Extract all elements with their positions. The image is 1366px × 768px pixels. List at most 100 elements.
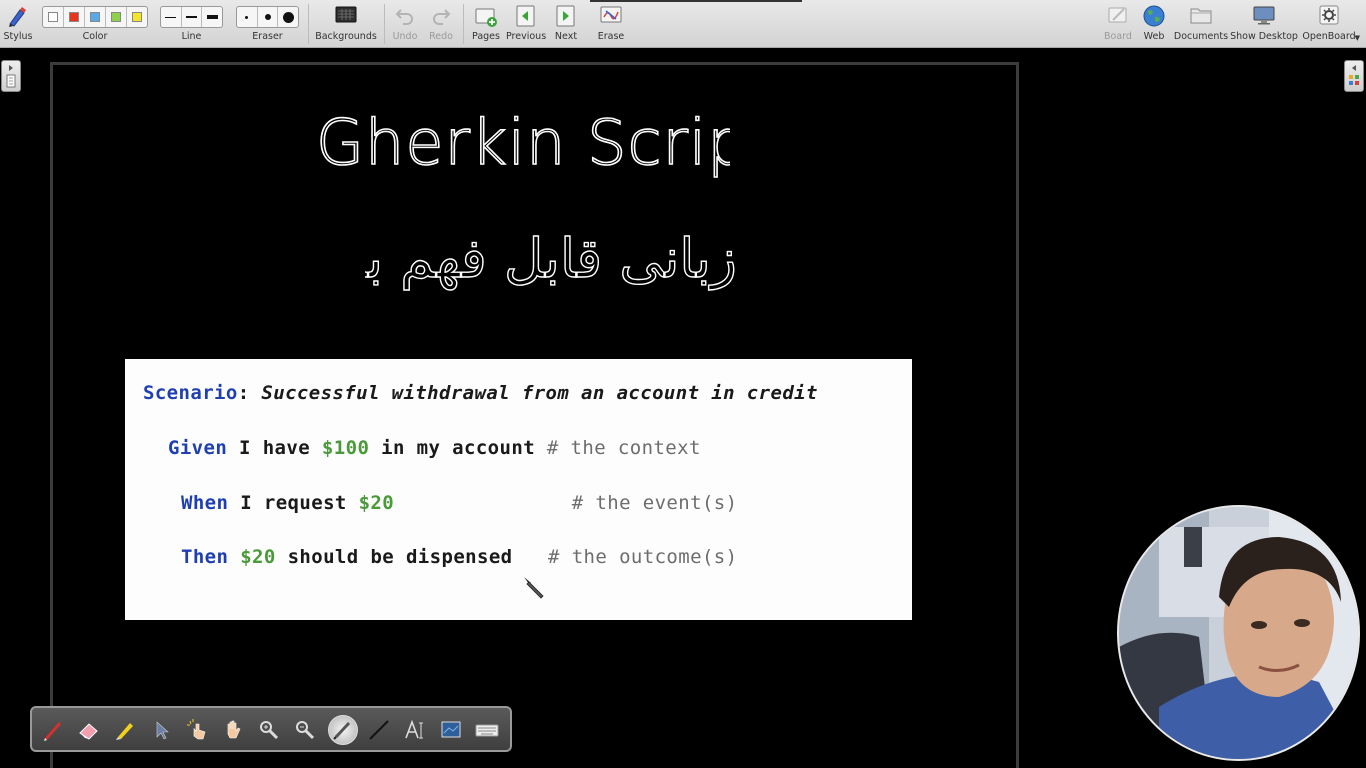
eraser-medium[interactable] bbox=[258, 7, 279, 27]
eraser-small[interactable] bbox=[237, 7, 258, 27]
color-group: Color bbox=[42, 0, 148, 48]
line-label: Line bbox=[181, 31, 202, 42]
handwritten-title-text: Gherkin Script bbox=[316, 106, 730, 179]
interactive-icon bbox=[187, 719, 206, 740]
then-text: should be dispensed bbox=[275, 546, 549, 568]
backgrounds-button[interactable]: Backgrounds bbox=[315, 0, 377, 48]
zoom-in-tool[interactable] bbox=[254, 715, 284, 745]
given-amount: $100 bbox=[321, 437, 370, 459]
line-thick[interactable] bbox=[202, 7, 222, 27]
pen-icon bbox=[44, 722, 61, 741]
expand-right-icon bbox=[6, 65, 16, 88]
documents-label: Documents bbox=[1173, 31, 1229, 42]
board-button[interactable]: Board bbox=[1101, 0, 1135, 48]
documents-button[interactable]: Documents bbox=[1173, 0, 1229, 48]
web-button[interactable]: Web bbox=[1137, 0, 1171, 48]
documents-folder-icon bbox=[1190, 8, 1212, 24]
line-thin[interactable] bbox=[161, 7, 182, 27]
color-red[interactable] bbox=[64, 7, 85, 27]
zoom-in-icon bbox=[260, 721, 279, 740]
keyboard-tool[interactable] bbox=[472, 715, 502, 745]
backgrounds-label: Backgrounds bbox=[315, 31, 377, 42]
when-text: I request bbox=[228, 492, 359, 514]
right-panel-tab[interactable] bbox=[1344, 60, 1364, 92]
stylus-button[interactable]: Stylus bbox=[2, 0, 34, 48]
given-text: I have bbox=[227, 437, 322, 459]
web-label: Web bbox=[1143, 31, 1165, 42]
line-medium[interactable] bbox=[182, 7, 203, 27]
line-width-selector[interactable] bbox=[160, 6, 223, 28]
laser-pointer-tool[interactable] bbox=[328, 715, 358, 745]
redo-icon bbox=[433, 9, 451, 25]
previous-label: Previous bbox=[506, 31, 547, 42]
selector-tool[interactable] bbox=[146, 715, 176, 745]
toolbar-divider bbox=[463, 4, 464, 44]
stylus-label: Stylus bbox=[3, 31, 33, 42]
laser-pointer-cursor bbox=[524, 577, 544, 599]
redo-button[interactable]: Redo bbox=[425, 0, 457, 48]
previous-page-icon bbox=[516, 5, 535, 27]
given-keyword: Given bbox=[168, 437, 228, 459]
color-white[interactable] bbox=[43, 7, 64, 27]
eraser-large[interactable] bbox=[278, 7, 298, 27]
selector-icon bbox=[156, 721, 169, 740]
handwritten-subtitle-text: زبانی قابل فهم برای همه bbox=[365, 227, 737, 290]
marker-tool[interactable] bbox=[110, 715, 140, 745]
openboard-label: OpenBoard bbox=[1302, 31, 1356, 42]
board-label: Board bbox=[1104, 31, 1132, 42]
eraser-label: Eraser bbox=[252, 31, 283, 42]
line-group: Line bbox=[160, 0, 223, 48]
when-padding bbox=[394, 492, 572, 514]
erase-label: Erase bbox=[597, 31, 625, 42]
eraser-tool[interactable] bbox=[74, 715, 104, 745]
handwritten-title: Gherkin Script bbox=[315, 105, 730, 180]
color-blue[interactable] bbox=[85, 7, 106, 27]
eraser-icon bbox=[79, 723, 98, 740]
show-desktop-button[interactable]: Show Desktop bbox=[1230, 0, 1298, 48]
color-green[interactable] bbox=[106, 7, 127, 27]
dropdown-arrow-icon: ▼ bbox=[1354, 34, 1360, 42]
pen-tool[interactable] bbox=[38, 715, 68, 745]
scenario-title: Successful withdrawal from an account in… bbox=[249, 382, 818, 404]
given-line: Given I have $100 in my account # the co… bbox=[168, 437, 701, 459]
text-tool[interactable] bbox=[400, 715, 430, 745]
zoom-out-tool[interactable] bbox=[290, 715, 320, 745]
openboard-window: Stylus Color Line Eraser Backgrounds Und… bbox=[0, 0, 1366, 768]
scenario-line: Scenario: Successful withdrawal from an … bbox=[143, 382, 818, 404]
line-tool[interactable] bbox=[364, 715, 394, 745]
marker-icon bbox=[116, 723, 133, 740]
hand-tool[interactable] bbox=[218, 715, 248, 745]
when-comment: # the event(s) bbox=[571, 492, 738, 514]
interactive-tool[interactable] bbox=[182, 715, 212, 745]
undo-button[interactable]: Undo bbox=[389, 0, 421, 48]
previous-button[interactable]: Previous bbox=[506, 0, 546, 48]
text-icon bbox=[405, 719, 423, 739]
presenter-webcam bbox=[1117, 505, 1360, 761]
line-icon bbox=[369, 720, 389, 740]
scenario-colon: : bbox=[237, 382, 250, 404]
color-yellow[interactable] bbox=[127, 7, 147, 27]
desktop-monitor-icon bbox=[1253, 6, 1275, 25]
expand-left-icon bbox=[1349, 65, 1359, 85]
erase-board-icon bbox=[600, 6, 622, 23]
then-keyword: Then bbox=[181, 546, 229, 568]
capture-tool[interactable] bbox=[436, 715, 466, 745]
pages-button[interactable]: Pages bbox=[468, 0, 504, 48]
hand-icon bbox=[227, 720, 241, 739]
redo-label: Redo bbox=[429, 31, 453, 42]
erase-button[interactable]: Erase bbox=[592, 0, 630, 48]
given-text-tail: in my account bbox=[369, 437, 547, 459]
next-button[interactable]: Next bbox=[550, 0, 582, 48]
undo-icon bbox=[395, 9, 413, 25]
stylus-tool-palette bbox=[30, 706, 512, 752]
eraser-size-selector[interactable] bbox=[236, 6, 299, 28]
when-line: When I request $20 # the event(s) bbox=[181, 492, 737, 514]
add-page-icon bbox=[475, 8, 497, 27]
then-comment: # the outcome(s) bbox=[548, 546, 738, 568]
color-selector[interactable] bbox=[42, 6, 148, 28]
openboard-menu-button[interactable]: OpenBoard ▼ bbox=[1298, 0, 1360, 48]
capture-icon bbox=[441, 721, 461, 738]
show-desktop-label: Show Desktop bbox=[1230, 31, 1298, 42]
left-panel-tab[interactable] bbox=[1, 60, 21, 92]
color-label: Color bbox=[82, 31, 108, 42]
